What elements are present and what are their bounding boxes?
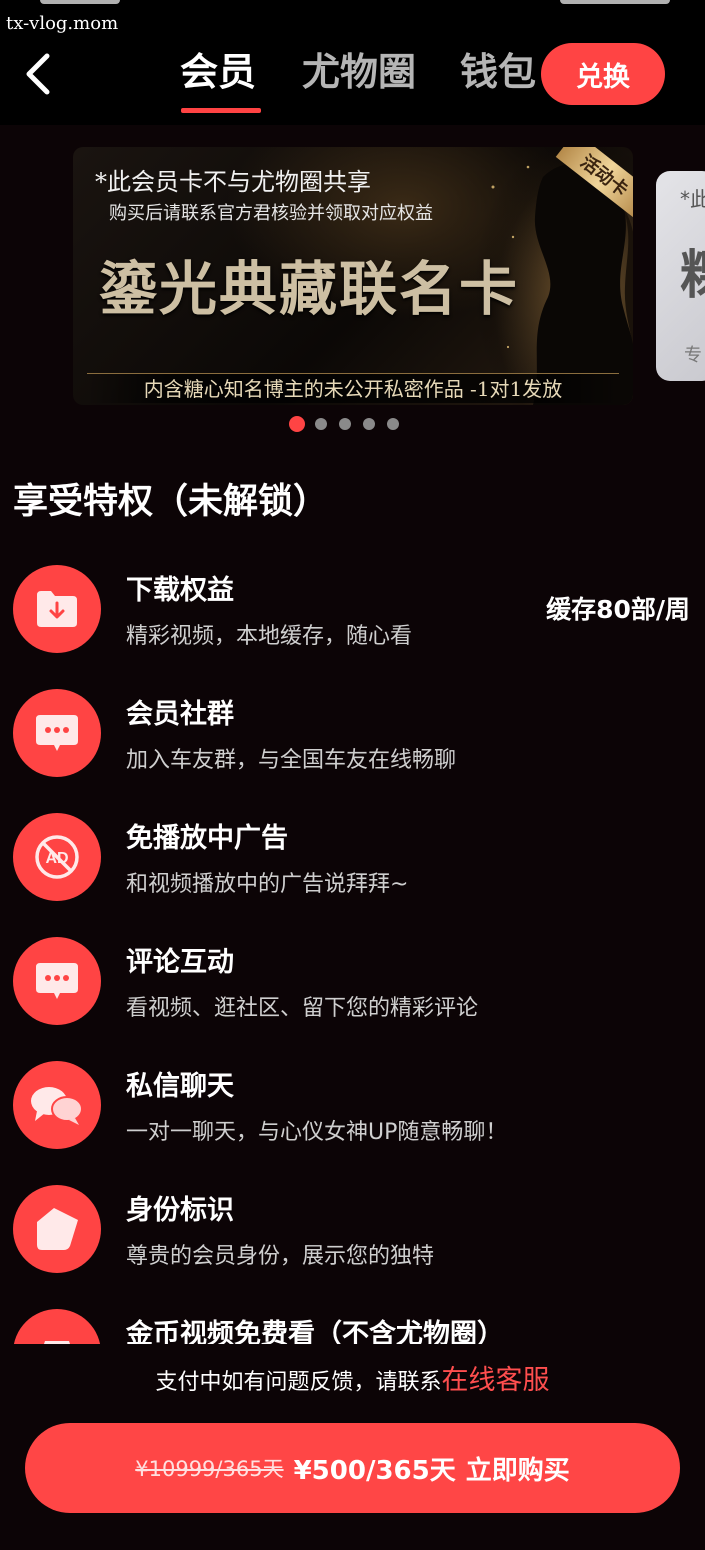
privilege-desc: 加入车友群，与全国车友在线畅聊 — [126, 748, 457, 773]
membership-card-banner[interactable]: 活动卡 *此会员卡不与尤物圈共享 购买后请联系官方君核验并领取对应权益 鎏光典藏… — [73, 147, 633, 405]
identity-badge-icon — [13, 1185, 101, 1273]
privilege-title: 身份标识 — [126, 1195, 234, 1226]
privilege-desc: 精彩视频，本地缓存，随心看 — [126, 624, 413, 649]
active-tab-indicator — [181, 108, 261, 113]
privilege-item: 评论互动 看视频、逛社区、留下您的精彩评论 — [0, 932, 705, 1042]
status-bar — [0, 0, 705, 8]
privilege-item: 金币视频免费看（不含尤物圈） — [0, 1304, 705, 1344]
tab-youwuquan[interactable]: 尤物圈 — [302, 46, 460, 100]
next-card-preview[interactable]: *此 粿 专 — [656, 171, 705, 381]
buy-action-label: 立即购买 — [465, 1455, 570, 1486]
privilege-quota: 缓存80部/周 — [546, 595, 690, 624]
privilege-desc: 和视频播放中的广告说拜拜~ — [126, 872, 409, 897]
comment-icon — [13, 937, 101, 1025]
tab-wallet[interactable]: 钱包 — [460, 46, 550, 100]
privilege-list: 下载权益 精彩视频，本地缓存，随心看 缓存80部/周 会员社群 加入车友群，与全… — [0, 560, 705, 1344]
privilege-item: 会员社群 加入车友群，与全国车友在线畅聊 — [0, 684, 705, 794]
watermark: tx-vlog.mom — [6, 13, 119, 34]
download-folder-icon — [13, 565, 101, 653]
top-bar: tx-vlog.mom 会员 尤物圈 钱包 兑换 — [0, 0, 705, 125]
privilege-title: 私信聊天 — [126, 1071, 234, 1102]
privilege-title: 金币视频免费看（不含尤物圈） — [126, 1319, 504, 1344]
no-ads-icon: AD — [13, 813, 101, 901]
carousel-dot[interactable] — [387, 418, 399, 430]
carousel-dots — [289, 416, 399, 432]
online-support-link[interactable]: 在线客服 — [442, 1365, 550, 1396]
privilege-title: 免播放中广告 — [126, 823, 288, 854]
back-button[interactable] — [18, 52, 58, 96]
privilege-title: 会员社群 — [126, 699, 234, 730]
privilege-title: 下载权益 — [126, 575, 234, 606]
coin-video-icon — [13, 1309, 101, 1344]
privilege-item: 私信聊天 一对一聊天，与心仪女神UP随意畅聊！ — [0, 1056, 705, 1166]
privilege-item: AD 免播放中广告 和视频播放中的广告说拜拜~ — [0, 808, 705, 918]
privilege-item: 身份标识 尊贵的会员身份，展示您的独特 — [0, 1180, 705, 1290]
privilege-desc: 看视频、逛社区、留下您的精彩评论 — [126, 996, 479, 1021]
redeem-button[interactable]: 兑换 — [541, 43, 665, 105]
current-price: ¥500/365天 — [293, 1455, 456, 1486]
carousel-dot[interactable] — [363, 418, 375, 430]
carousel-dot[interactable] — [339, 418, 351, 430]
buy-now-button[interactable]: ¥10999/365天 ¥500/365天 立即购买 — [25, 1423, 680, 1513]
chevron-left-icon — [26, 53, 50, 95]
banner-note: *此会员卡不与尤物圈共享 — [95, 168, 371, 196]
private-message-icon — [13, 1061, 101, 1149]
privilege-item: 下载权益 精彩视频，本地缓存，随心看 缓存80部/周 — [0, 560, 705, 670]
carousel-dot[interactable] — [315, 418, 327, 430]
original-price: ¥10999/365天 — [135, 1457, 284, 1481]
section-title: 享受特权（未解锁） — [13, 482, 329, 522]
chat-bubble-icon — [13, 689, 101, 777]
privilege-desc: 尊贵的会员身份，展示您的独特 — [126, 1244, 435, 1269]
payment-help-note: 支付中如有问题反馈，请联系在线客服 — [155, 1365, 550, 1396]
svg-text:AD: AD — [45, 850, 68, 867]
banner-subtitle: 购买后请联系官方君核验并领取对应权益 — [109, 203, 433, 224]
banner-footer: 内含糖心知名博主的未公开私密作品 -1对1发放 — [87, 373, 619, 403]
privilege-title: 评论互动 — [126, 947, 234, 978]
banner-title: 鎏光典藏联名卡 — [99, 255, 520, 323]
privilege-desc: 一对一聊天，与心仪女神UP随意畅聊！ — [126, 1120, 508, 1145]
carousel-dot[interactable] — [289, 416, 305, 432]
tab-membership[interactable]: 会员 — [180, 46, 302, 113]
tab-bar: 会员 尤物圈 钱包 — [180, 46, 550, 113]
